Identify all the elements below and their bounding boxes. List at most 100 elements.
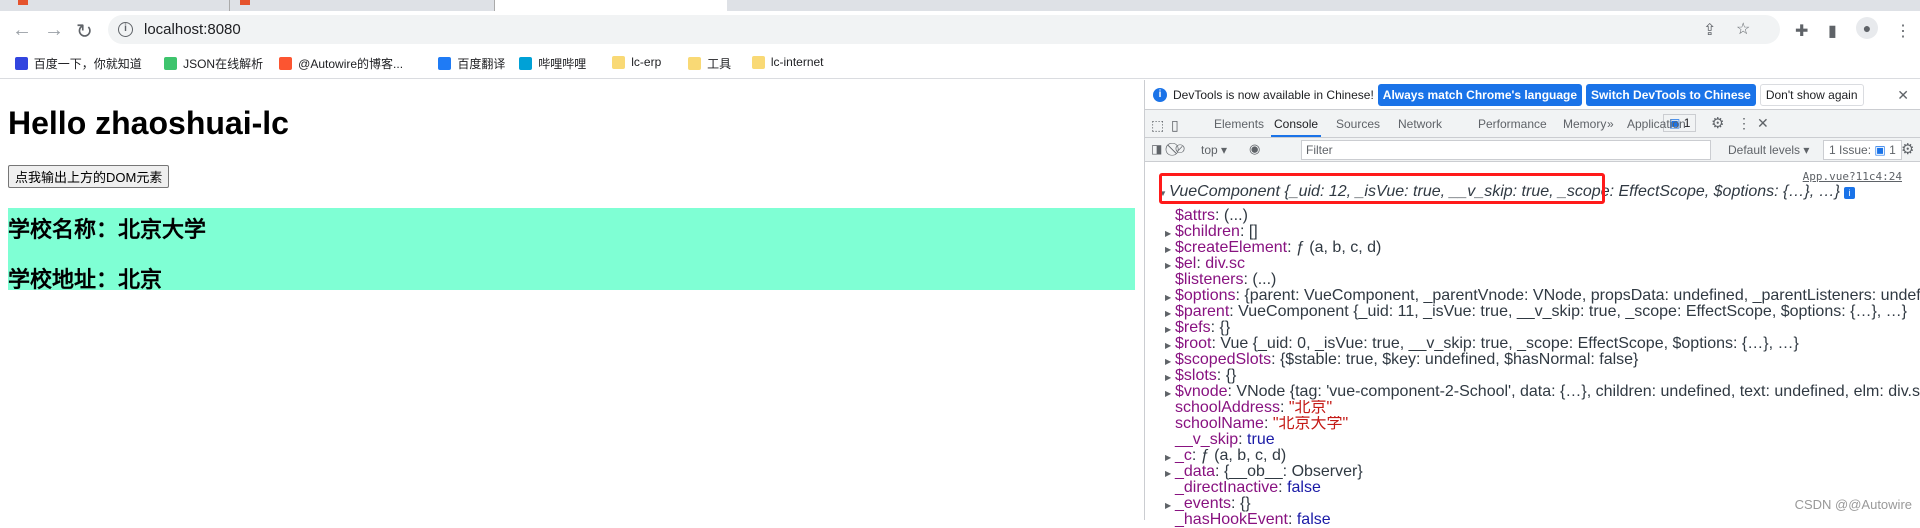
devtools-tab-sources[interactable]: Sources (1336, 117, 1380, 131)
bookmark-item[interactable]: lc-erp (612, 55, 661, 69)
issues-button[interactable]: 1 Issue: ▣ 1 (1823, 140, 1902, 160)
console-property-row[interactable]: _hasHookEvent: false (1165, 512, 1920, 528)
bookmark-item[interactable]: 哔哩哔哩 (519, 55, 586, 72)
tab-favicon-icon (18, 0, 28, 5)
console-property-row[interactable]: ▶ $el: div.sc (1165, 256, 1920, 272)
expand-arrow-icon[interactable]: ▶ (1165, 466, 1175, 480)
browser-toolbar: ← → ↻ i localhost:8080 ⇪ ☆ ✚ ▮ ● ⋮ (0, 11, 1920, 47)
devtools-panel: i DevTools is now available in Chinese! … (1144, 80, 1920, 528)
devtools-tab-memory[interactable]: Memory (1563, 117, 1606, 131)
expand-arrow-icon[interactable]: ▶ (1165, 242, 1175, 256)
sidebar-toggle-icon[interactable]: ◨ (1151, 142, 1162, 156)
console-filter-input[interactable]: Filter (1301, 140, 1711, 160)
devtools-tab-console[interactable]: Console (1274, 117, 1318, 131)
bookmark-label: lc-internet (770, 55, 824, 69)
bookmark-item[interactable]: lc-internet (751, 55, 824, 69)
expand-arrow-icon[interactable]: ▶ (1165, 370, 1175, 384)
forward-icon[interactable]: → (44, 19, 64, 42)
console-property-row[interactable]: ▶ $options: {parent: VueComponent, _paren… (1165, 288, 1920, 304)
browser-tab[interactable] (0, 0, 230, 11)
url-text[interactable]: localhost:8080 (144, 21, 241, 38)
extensions-icon[interactable]: ✚ (1795, 21, 1808, 41)
customize-kebab-icon[interactable]: ⋮ (1737, 115, 1751, 132)
console-settings-gear-icon[interactable]: ⚙ (1901, 140, 1914, 158)
site-info-icon[interactable]: i (118, 22, 133, 37)
expand-arrow-icon[interactable]: ▶ (1165, 338, 1175, 352)
settings-gear-icon[interactable]: ⚙ (1711, 114, 1724, 132)
console-property-row[interactable]: schoolAddress: "北京" (1165, 400, 1920, 416)
address-bar[interactable]: i localhost:8080 ⇪ ☆ (108, 15, 1780, 44)
school-name: 学校名称：北京大学 (8, 217, 207, 242)
colon: : (1287, 512, 1297, 528)
console-property-row[interactable]: __v_skip: true (1165, 432, 1920, 448)
dont-show-again-button[interactable]: Don't show again (1759, 83, 1864, 106)
browser-tab-active[interactable] (495, 0, 727, 11)
side-panel-icon[interactable]: ▮ (1828, 21, 1837, 41)
console-property-row[interactable]: ▶ $scopedSlots: {$stable: true, $key: und… (1165, 352, 1920, 368)
bookmark-item[interactable]: 百度一下，你就知道 (14, 55, 142, 72)
colon: : (1215, 464, 1224, 480)
match-language-button[interactable]: Always match Chrome's language (1377, 83, 1583, 106)
console-property-row[interactable]: $attrs: (...) (1165, 208, 1920, 224)
console-property-row[interactable]: ▶ $refs: {} (1165, 320, 1920, 336)
console-property-row[interactable]: _directInactive: false (1165, 480, 1920, 496)
expand-arrow-icon[interactable]: ▶ (1165, 498, 1175, 512)
expand-arrow-icon[interactable]: ▶ (1165, 258, 1175, 272)
devtools-tab-performance[interactable]: Performance (1478, 117, 1547, 131)
property-value: false (1296, 512, 1331, 528)
log-levels-select[interactable]: Default levels ▾ (1728, 143, 1809, 157)
devtools-tab-network[interactable]: Network (1398, 117, 1442, 131)
bookmark-item[interactable]: @Autowire的博客... (279, 55, 403, 72)
switch-to-chinese-button[interactable]: Switch DevTools to Chinese (1586, 83, 1756, 106)
bookmark-item[interactable]: JSON在线解析 (164, 55, 263, 72)
devtools-language-infobar: i DevTools is now available in Chinese! … (1145, 80, 1920, 110)
profile-avatar-icon[interactable]: ● (1856, 17, 1878, 39)
console-property-row[interactable]: ▶ _c: ƒ (a, b, c, d) (1165, 448, 1920, 464)
expand-arrow-icon[interactable]: ▶ (1165, 226, 1175, 240)
share-icon[interactable]: ⇪ (1703, 20, 1716, 40)
bookmark-item[interactable]: 工具 (688, 55, 731, 72)
console-property-row[interactable]: schoolName: "北京大学" (1165, 416, 1920, 432)
bookmark-star-icon[interactable]: ☆ (1736, 19, 1750, 39)
property-key: $options (1175, 288, 1236, 304)
menu-kebab-icon[interactable]: ⋮ (1895, 21, 1911, 41)
source-link[interactable]: App.vue?11c4:24 (1803, 170, 1902, 183)
expand-arrow-icon[interactable]: ▶ (1165, 306, 1175, 320)
inspect-element-icon[interactable]: ⬚ (1151, 117, 1164, 134)
expand-arrow-icon[interactable]: ▶ (1165, 386, 1175, 400)
console-property-row[interactable]: ▶ $createElement: ƒ (a, b, c, d) (1165, 240, 1920, 256)
console-property-row[interactable]: ▶ $slots: {} (1165, 368, 1920, 384)
context-select[interactable]: top ▾ (1201, 143, 1227, 157)
more-tabs-icon[interactable]: » (1607, 117, 1614, 131)
console-property-row[interactable]: ▶ $root: Vue {_uid: 0, _isVue: true, __v_… (1165, 336, 1920, 352)
console-property-row[interactable]: $listeners: (...) (1165, 272, 1920, 288)
close-devtools-icon[interactable]: ✕ (1757, 115, 1769, 132)
console-property-row[interactable]: ▶ $vnode: VNode {tag: 'vue-component-2-Sc… (1165, 384, 1920, 400)
clear-console-icon[interactable]: ⃠⊘ (1175, 141, 1185, 157)
bookmark-item[interactable]: 百度翻译 (438, 55, 505, 72)
close-infobar-icon[interactable]: ✕ (1897, 87, 1909, 104)
output-dom-button[interactable]: 点我输出上方的DOM元素 (8, 165, 170, 188)
console-property-row[interactable]: ▶ _data: {__ob__: Observer} (1165, 464, 1920, 480)
devtools-tab-application[interactable]: Application (1627, 117, 1686, 131)
colon: : (1271, 352, 1280, 368)
console-property-row[interactable]: ▶ $children: [] (1165, 224, 1920, 240)
property-value: div.sc (1205, 256, 1245, 272)
colon: : (1215, 208, 1224, 224)
expand-arrow-icon[interactable]: ▶ (1165, 322, 1175, 336)
expand-arrow-icon[interactable]: ▶ (1165, 290, 1175, 304)
live-expression-eye-icon[interactable]: ◉ (1249, 141, 1260, 157)
property-key: $listeners (1175, 272, 1244, 288)
device-toolbar-icon[interactable]: ▯ (1171, 117, 1179, 134)
property-key: $parent (1175, 304, 1230, 320)
back-icon[interactable]: ← (12, 19, 32, 42)
bookmark-favicon-icon (612, 55, 626, 69)
reload-icon[interactable]: ↻ (76, 19, 93, 44)
browser-tab[interactable] (230, 0, 495, 11)
console-property-row[interactable]: ▶ $parent: VueComponent {_uid: 11, _isVue… (1165, 304, 1920, 320)
property-key: $attrs (1175, 208, 1216, 224)
devtools-tab-elements[interactable]: Elements (1214, 117, 1264, 131)
property-value: ƒ (a, b, c, d) (1295, 240, 1382, 256)
expand-arrow-icon[interactable]: ▶ (1165, 450, 1175, 464)
expand-arrow-icon[interactable]: ▶ (1165, 354, 1175, 368)
